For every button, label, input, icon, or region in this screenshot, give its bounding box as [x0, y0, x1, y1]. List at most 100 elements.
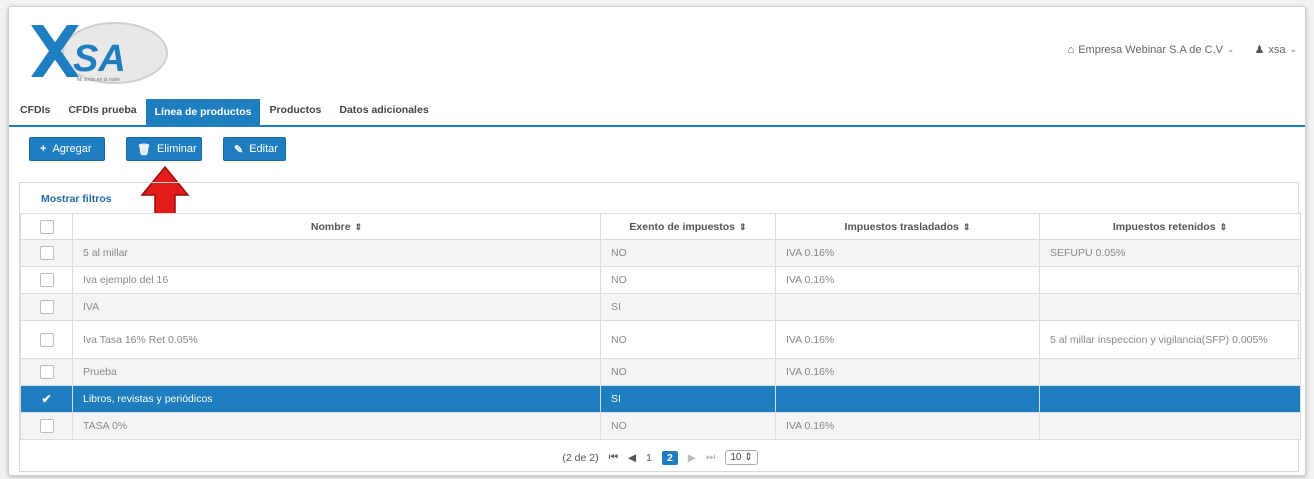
page-size-select[interactable]: 10 ⇕ — [725, 450, 758, 465]
svg-text:Mi socio en la nube: Mi socio en la nube — [77, 77, 120, 83]
select-all-checkbox[interactable] — [39, 219, 54, 234]
cell-trasladados: IVA 0.16% — [775, 320, 1040, 359]
table-row[interactable]: IVA SI — [20, 293, 1301, 321]
tab-datos-adicionales[interactable]: Datos adicionales — [330, 95, 437, 125]
main-tabs: CFDIs CFDIs prueba Línea de productos Pr… — [9, 95, 1305, 127]
tab-cfdis[interactable]: CFDIs — [11, 95, 59, 125]
table-row-selected[interactable]: ✔ Libros, revistas y periódicos SI — [20, 385, 1301, 413]
row-checkbox-cell[interactable]: ✔ — [20, 385, 73, 413]
cell-nombre: IVA — [72, 293, 601, 321]
edit-button-label: Editar — [249, 143, 278, 155]
cell-exento: SI — [600, 293, 776, 321]
row-checkbox-cell[interactable] — [20, 266, 73, 294]
user-menu[interactable]: ♟ xsa ⌄ — [1254, 43, 1297, 57]
chevron-down-icon: ⌄ — [1289, 44, 1297, 54]
tab-cfdis-prueba[interactable]: CFDIs prueba — [59, 95, 145, 125]
table-row[interactable]: Iva Tasa 16% Ret 0.05% NO IVA 0.16% 5 al… — [20, 320, 1301, 359]
delete-button-label: Eliminar — [156, 143, 197, 155]
header-user-area: ⌂ Empresa Webinar S.A de C.V ⌄ ♟ xsa ⌄ — [1054, 43, 1297, 57]
row-checkbox-cell[interactable] — [20, 293, 73, 321]
cell-retenidos — [1039, 385, 1301, 413]
sort-icon: ⇕ — [354, 221, 363, 232]
first-page-icon[interactable]: ⏮ — [609, 451, 618, 464]
column-header-exento[interactable]: Exento de impuestos ⇕ — [600, 213, 776, 240]
cell-exento: NO — [600, 320, 776, 359]
add-button-label: Agregar — [52, 143, 92, 155]
user-name: xsa — [1268, 43, 1286, 56]
cell-trasladados — [775, 385, 1040, 413]
xsa-logo: SA Mi socio en la nube — [31, 22, 168, 84]
pencil-icon: ✎ — [234, 143, 244, 156]
row-checkbox[interactable] — [39, 332, 54, 347]
svg-text:SA: SA — [73, 38, 126, 80]
user-icon: ♟ — [1254, 44, 1265, 56]
row-checkbox[interactable] — [39, 273, 54, 287]
last-page-icon[interactable]: ⏭ — [706, 451, 715, 464]
app-window: SA Mi socio en la nube ⌂ Empresa Webinar… — [8, 6, 1306, 476]
table-row[interactable]: Iva ejemplo del 16 NO IVA 0.16% — [20, 266, 1301, 294]
company-menu[interactable]: ⌂ Empresa Webinar S.A de C.V ⌄ — [1068, 44, 1235, 56]
row-checkbox[interactable] — [39, 300, 54, 314]
table-row[interactable]: 5 al millar NO IVA 0.16% SEFUPU 0.05% — [20, 239, 1301, 267]
row-checkbox-cell[interactable] — [20, 320, 73, 359]
sort-icon: ⇕ — [962, 221, 971, 232]
cell-exento: NO — [600, 412, 776, 440]
row-checkbox[interactable] — [39, 365, 54, 379]
cell-retenidos — [1039, 358, 1301, 386]
cell-nombre: Prueba — [72, 358, 601, 386]
cell-retenidos — [1039, 412, 1301, 440]
cell-nombre: Iva Tasa 16% Ret 0.05% — [72, 320, 601, 359]
cell-retenidos: SEFUPU 0.05% — [1039, 239, 1301, 267]
cell-nombre: Iva ejemplo del 16 — [72, 266, 601, 294]
column-header-retenidos[interactable]: Impuestos retenidos ⇕ — [1039, 213, 1301, 240]
cell-trasladados: IVA 0.16% — [775, 266, 1040, 294]
cell-trasladados — [775, 293, 1040, 321]
checkmark-icon[interactable]: ✔ — [41, 392, 51, 406]
page-2-button[interactable]: 2 — [661, 450, 678, 465]
select-all-cell[interactable] — [20, 213, 73, 240]
row-checkbox[interactable] — [39, 246, 54, 260]
table-header-row: Nombre ⇕ Exento de impuestos ⇕ Impuestos t… — [20, 213, 1301, 240]
row-checkbox-cell[interactable] — [20, 239, 73, 267]
product-lines-table: Nombre ⇕ Exento de impuestos ⇕ Impuestos t… — [20, 213, 1301, 440]
prev-page-icon[interactable]: ◀ — [628, 452, 636, 464]
cell-retenidos — [1039, 266, 1301, 294]
app-header: SA Mi socio en la nube ⌂ Empresa Webinar… — [9, 7, 1305, 95]
cell-trasladados: IVA 0.16% — [775, 358, 1040, 386]
cell-exento: NO — [600, 358, 776, 386]
show-filters-link[interactable]: Mostrar filtros — [41, 193, 112, 205]
plus-icon: + — [40, 143, 47, 155]
cell-exento: NO — [600, 239, 776, 267]
add-button[interactable]: + Agregar — [29, 137, 105, 161]
table-row[interactable]: Prueba NO IVA 0.16% — [20, 358, 1301, 386]
row-checkbox-cell[interactable] — [20, 412, 73, 440]
cell-retenidos: 5 al millar inspeccion y vigilancia(SFP)… — [1039, 320, 1301, 359]
delete-button[interactable]: 🗑 Eliminar — [126, 137, 202, 161]
cell-retenidos — [1039, 293, 1301, 321]
page-1-button[interactable]: 1 — [646, 452, 652, 464]
cell-trasladados: IVA 0.16% — [775, 239, 1040, 267]
cell-exento: NO — [600, 266, 776, 294]
row-checkbox-cell[interactable] — [20, 358, 73, 386]
table-row[interactable]: TASA 0% NO IVA 0.16% — [20, 412, 1301, 440]
page-summary: (2 de 2) — [562, 451, 599, 464]
sort-icon: ⇕ — [1219, 221, 1228, 232]
cell-trasladados: IVA 0.16% — [775, 412, 1040, 440]
row-checkbox[interactable] — [39, 419, 54, 433]
chevron-down-icon: ⌄ — [1226, 44, 1235, 54]
column-header-trasladados[interactable]: Impuestos trasladados ⇕ — [775, 213, 1040, 240]
sort-icon: ⇕ — [739, 221, 747, 232]
pagination: (2 de 2) ⏮ ◀ 1 2 ▶ ⏭ 10 ⇕ — [20, 450, 1300, 465]
cell-nombre: TASA 0% — [72, 412, 601, 440]
next-page-icon[interactable]: ▶ — [688, 452, 696, 464]
tab-linea-de-productos[interactable]: Línea de productos — [145, 99, 261, 125]
home-icon: ⌂ — [1067, 43, 1075, 56]
company-name: Empresa Webinar S.A de C.V — [1078, 43, 1223, 56]
product-lines-panel: Mostrar filtros Nombre ⇕ Exento de impues… — [19, 182, 1301, 472]
cell-nombre: 5 al millar — [72, 239, 601, 267]
column-header-nombre[interactable]: Nombre ⇕ — [72, 213, 601, 240]
trash-icon: 🗑 — [137, 143, 151, 156]
edit-button[interactable]: ✎ Editar — [223, 137, 286, 161]
tab-productos[interactable]: Productos — [260, 95, 330, 125]
cell-exento: SI — [600, 385, 776, 413]
